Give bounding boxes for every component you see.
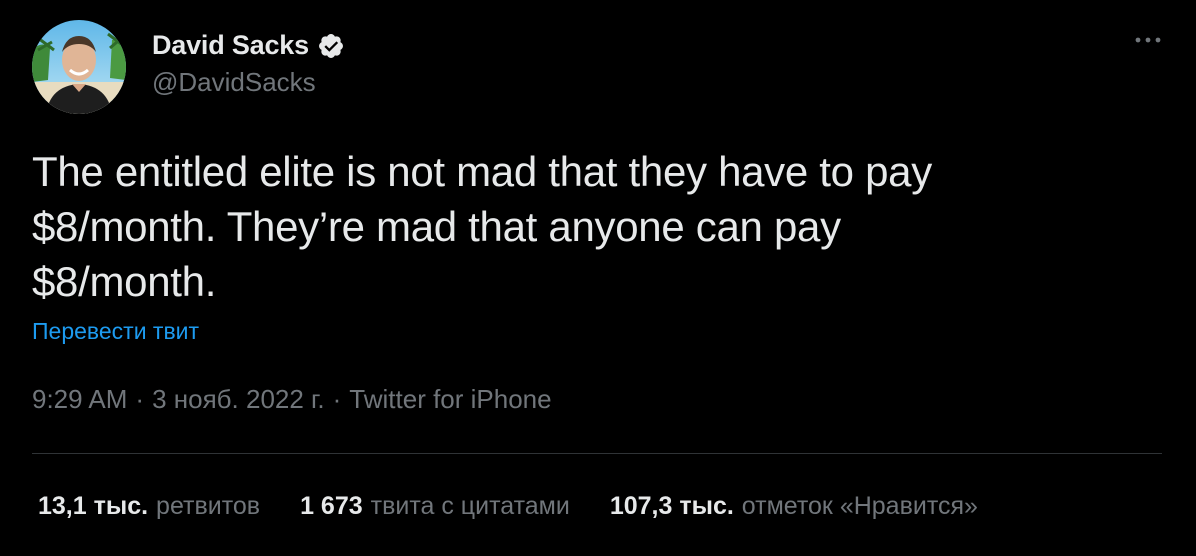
author-names: David Sacks @DavidSacks: [152, 30, 345, 98]
tweet-card: David Sacks @DavidSacks The entitled eli…: [0, 0, 1196, 556]
retweets-stat[interactable]: 13,1 тыс. ретвитов: [38, 492, 260, 521]
tweet-header: David Sacks @DavidSacks: [32, 20, 345, 114]
display-name-row: David Sacks: [152, 30, 345, 61]
tweet-date[interactable]: 3 нояб. 2022 г.: [152, 384, 325, 415]
verified-badge-icon[interactable]: [317, 32, 345, 60]
divider: [32, 453, 1162, 454]
likes-label: отметок «Нравится»: [741, 492, 978, 520]
retweets-label: ретвитов: [156, 492, 261, 520]
quotes-stat[interactable]: 1 673 твита с цитатами: [300, 492, 570, 521]
tweet-meta: 9:29 AM · 3 нояб. 2022 г. · Twitter for …: [32, 384, 552, 415]
likes-stat[interactable]: 107,3 тыс. отметок «Нравится»: [610, 492, 978, 521]
avatar-image: [32, 20, 126, 114]
meta-separator: ·: [135, 384, 145, 414]
tweet-time[interactable]: 9:29 AM: [32, 384, 127, 415]
tweet-text: The entitled elite is not mad that they …: [32, 148, 932, 305]
translate-tweet-link[interactable]: Перевести твит: [32, 318, 199, 345]
author-display-name[interactable]: David Sacks: [152, 30, 309, 61]
more-horizontal-icon[interactable]: [1128, 20, 1168, 60]
quotes-label: твита с цитатами: [370, 492, 570, 520]
meta-separator: ·: [332, 384, 342, 414]
tweet-source[interactable]: Twitter for iPhone: [349, 384, 551, 415]
author-handle[interactable]: @DavidSacks: [152, 67, 345, 98]
avatar[interactable]: [32, 20, 126, 114]
retweets-count: 13,1 тыс.: [38, 492, 149, 520]
likes-count: 107,3 тыс.: [609, 492, 734, 520]
quotes-count: 1 673: [300, 492, 363, 520]
tweet-stats: 13,1 тыс. ретвитов 1 673 твита с цитатам…: [38, 492, 1018, 521]
